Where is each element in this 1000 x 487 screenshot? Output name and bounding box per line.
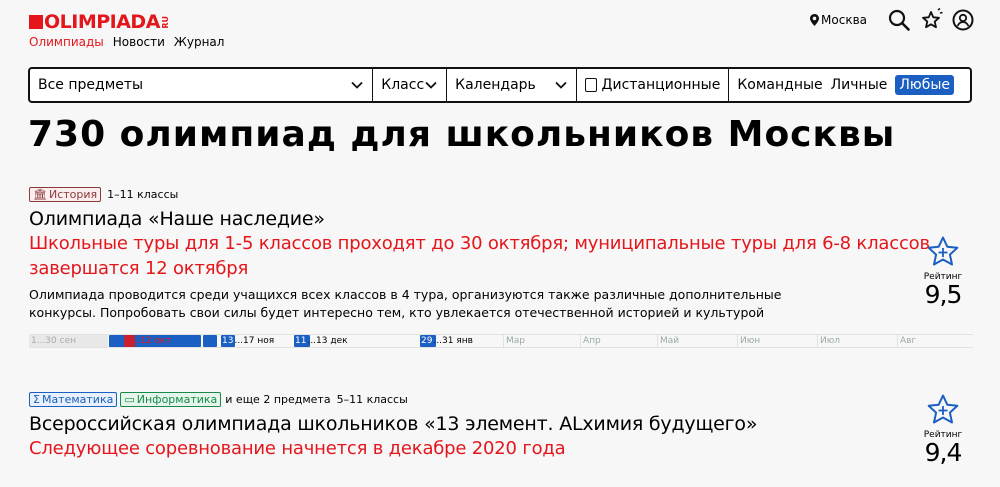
timeline-month: Июл (817, 335, 840, 347)
chevron-down-icon (351, 81, 363, 89)
class-select-value: Класс (381, 77, 425, 93)
favorites-star-icon[interactable] (919, 8, 943, 32)
participation-type-toggle: Командные Личные Любые (729, 69, 970, 101)
sigma-icon: Σ (33, 392, 40, 406)
olympiad-name[interactable]: Олимпиада «Наше наследие» (29, 207, 973, 231)
logo-mark (29, 15, 43, 29)
timeline-event-label: 13...17 ноя (221, 336, 275, 346)
type-team-button[interactable]: Командные (737, 76, 822, 94)
subject-tag-label: Информатика (136, 392, 218, 406)
museum-icon: 🏛 (33, 187, 47, 201)
logo-text: OLIMPIADA (44, 11, 160, 33)
subject-tag-label: История (48, 187, 98, 201)
olympiad-tags: Σ Математика ▭ Информатика и еще 2 предм… (29, 391, 973, 407)
site-logo[interactable]: OLIMPIADA RU (29, 12, 170, 32)
nav-olympiads[interactable]: Олимпиады (29, 35, 104, 49)
chevron-down-icon (425, 81, 437, 89)
timeline-month: Июн (737, 335, 760, 347)
top-nav: Олимпиады Новости Журнал (29, 35, 224, 49)
subject-tag-math[interactable]: Σ Математика (29, 391, 118, 407)
distance-checkbox-filter[interactable]: Дистанционные (577, 69, 730, 101)
search-icon[interactable] (888, 9, 910, 31)
rating-value: 9,4 (924, 438, 963, 467)
rating-value: 9,5 (924, 280, 963, 309)
user-profile-icon[interactable] (952, 9, 974, 31)
page-title: 730 олимпиад для школьников Москвы (28, 114, 896, 155)
olympiad-card: 🏛 История 1–11 классы Олимпиада «Наше на… (29, 186, 973, 348)
olympiad-name[interactable]: Всероссийская олимпиада школьников «13 э… (29, 412, 973, 436)
olympiad-tags: 🏛 История 1–11 классы (29, 186, 973, 202)
timeline-month: Апр (580, 335, 601, 347)
city-name: Москва (821, 13, 867, 27)
subject-tag-informatics[interactable]: ▭ Информатика (120, 391, 222, 407)
timeline-event-bar (203, 335, 217, 347)
distance-checkbox[interactable] (585, 78, 597, 92)
location-pin-icon (810, 14, 820, 26)
distance-label: Дистанционные (601, 77, 721, 93)
filter-bar: Все предметы Класс Календарь Дистанционн… (28, 67, 972, 103)
olympiad-news[interactable]: Следующее соревнование начнется в декабр… (29, 436, 973, 461)
nav-news[interactable]: Новости (113, 35, 165, 49)
type-personal-button[interactable]: Личные (831, 76, 888, 94)
calendar-select[interactable]: Календарь (447, 69, 578, 101)
chevron-down-icon (555, 81, 567, 89)
more-subjects-link[interactable]: и еще 2 предмета (225, 393, 330, 406)
subject-select[interactable]: Все предметы (30, 69, 374, 101)
olympiad-classes: 1–11 классы (107, 187, 179, 201)
olympiad-timeline: 1...30 сен 7...12 окт 13...17 ноя 11...1… (29, 334, 973, 348)
timeline-past-period: 1...30 сен (29, 335, 108, 347)
timeline-event-label: 11...13 дек (294, 336, 348, 346)
timeline-event-label: 29...31 янв (420, 336, 473, 346)
subject-select-value: Все предметы (38, 77, 144, 93)
logo-suffix: RU (160, 15, 170, 29)
add-favorite-star-icon[interactable] (926, 235, 960, 269)
olympiad-card: Σ Математика ▭ Информатика и еще 2 предм… (29, 391, 973, 466)
timeline-event-label: 7...12 окт (126, 336, 171, 346)
olympiad-rating: Рейтинг 9,4 (916, 393, 970, 466)
header-actions: Москва (810, 8, 974, 32)
city-selector[interactable]: Москва (810, 13, 867, 27)
timeline-month: Авг (897, 335, 916, 347)
olympiad-description: Олимпиада проводится среди учащихся всех… (29, 287, 782, 320)
computer-icon: ▭ (124, 392, 135, 406)
timeline-month: Мар (503, 335, 525, 347)
olympiad-rating: Рейтинг 9,5 (916, 235, 970, 308)
type-any-button[interactable]: Любые (895, 75, 954, 95)
subject-tag-history[interactable]: 🏛 История (29, 186, 102, 202)
class-select[interactable]: Класс (373, 69, 448, 101)
olympiad-classes: 5–11 классы (336, 392, 408, 406)
add-favorite-star-icon[interactable] (926, 393, 960, 427)
olympiad-news[interactable]: Школьные туры для 1-5 классов проходят д… (29, 231, 973, 281)
subject-tag-label: Математика (41, 392, 114, 406)
timeline-month: Май (657, 335, 679, 347)
calendar-select-value: Календарь (455, 77, 536, 93)
site-header: OLIMPIADA RU Олимпиады Новости Журнал Мо… (0, 0, 1000, 60)
nav-journal[interactable]: Журнал (174, 35, 225, 49)
